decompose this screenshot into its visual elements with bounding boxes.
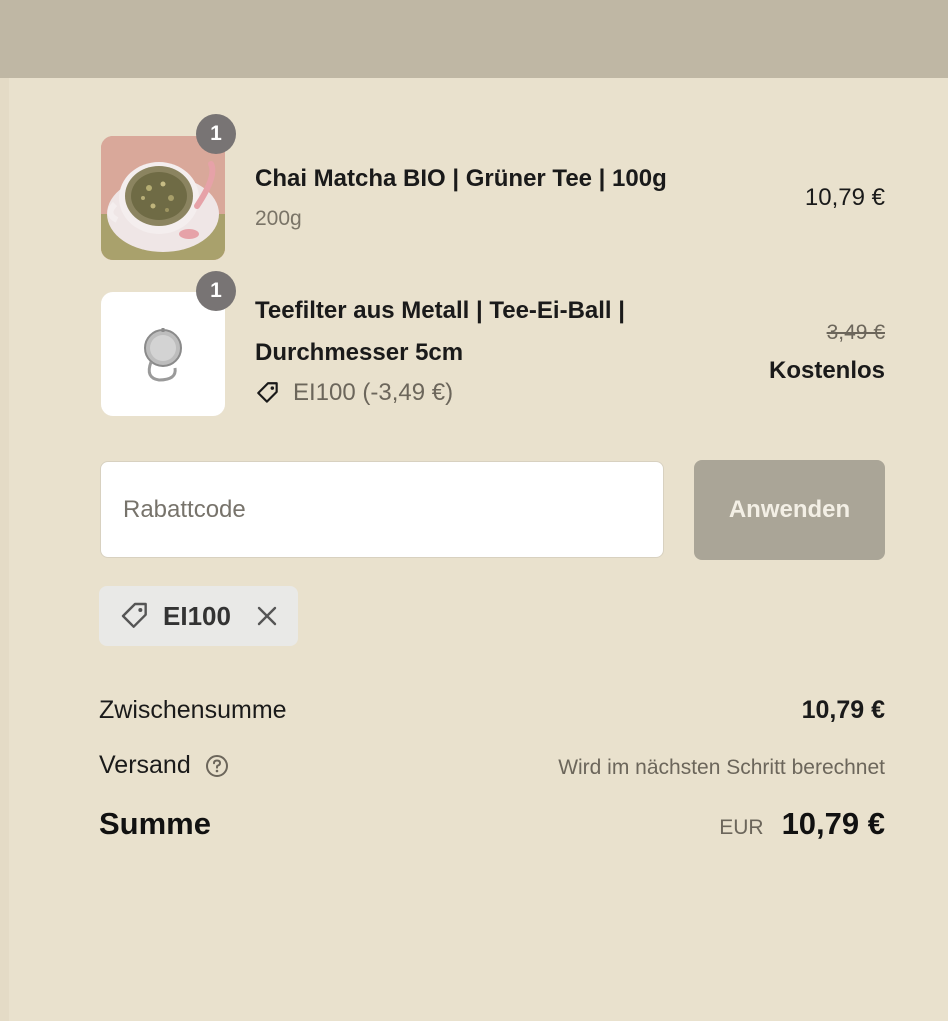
remove-code-button[interactable]: [254, 603, 280, 629]
total-currency: EUR: [719, 816, 764, 839]
product-image-matcha: [101, 136, 225, 260]
product-image-teefilter: [101, 292, 225, 416]
order-summary-panel: 1 Chai Matcha BIO | Grüner Tee | 100g 20…: [99, 0, 885, 1021]
product-variant: 200g: [255, 207, 302, 230]
tag-icon: [257, 382, 278, 403]
tea-infuser-image: [101, 292, 225, 416]
left-edge-divider: [0, 78, 9, 1021]
product-discount: EI100 (-3,49 €): [255, 379, 453, 407]
product-title: Chai Matcha BIO | Grüner Tee | 100g: [255, 165, 667, 192]
help-icon[interactable]: [205, 754, 229, 778]
tag-icon: [121, 602, 147, 628]
product-price: 10,79 €: [804, 184, 885, 211]
shipping-row: Versand: [99, 751, 229, 780]
apply-button[interactable]: Anwenden: [694, 460, 885, 560]
subtotal-label: Zwischensumme: [99, 696, 287, 724]
original-price: 3,49 €: [826, 321, 885, 344]
product-title-line2: Durchmesser 5cm: [255, 339, 464, 366]
applied-code-label: EI100: [163, 600, 231, 631]
close-icon: [257, 606, 277, 626]
discount-code-input[interactable]: [100, 461, 664, 558]
product-price: Kostenlos: [768, 357, 885, 384]
shipping-label: Versand: [99, 751, 191, 779]
discount-text: EI100 (-3,49 €): [293, 379, 454, 406]
applied-discount-chip: EI100: [99, 586, 298, 646]
total-label: Summe: [99, 806, 211, 841]
product-title-line1: Teefilter aus Metall | Tee-Ei-Ball |: [255, 297, 625, 324]
subtotal-value: 10,79 €: [801, 696, 885, 724]
shipping-value: Wird im nächsten Schritt berechnet: [558, 756, 885, 779]
total-value-group: EUR 10,79 €: [719, 806, 885, 842]
tea-cup-image: [101, 136, 225, 260]
total-amount: 10,79 €: [781, 806, 885, 841]
quantity-badge: 1: [196, 114, 236, 154]
quantity-badge: 1: [196, 271, 236, 311]
